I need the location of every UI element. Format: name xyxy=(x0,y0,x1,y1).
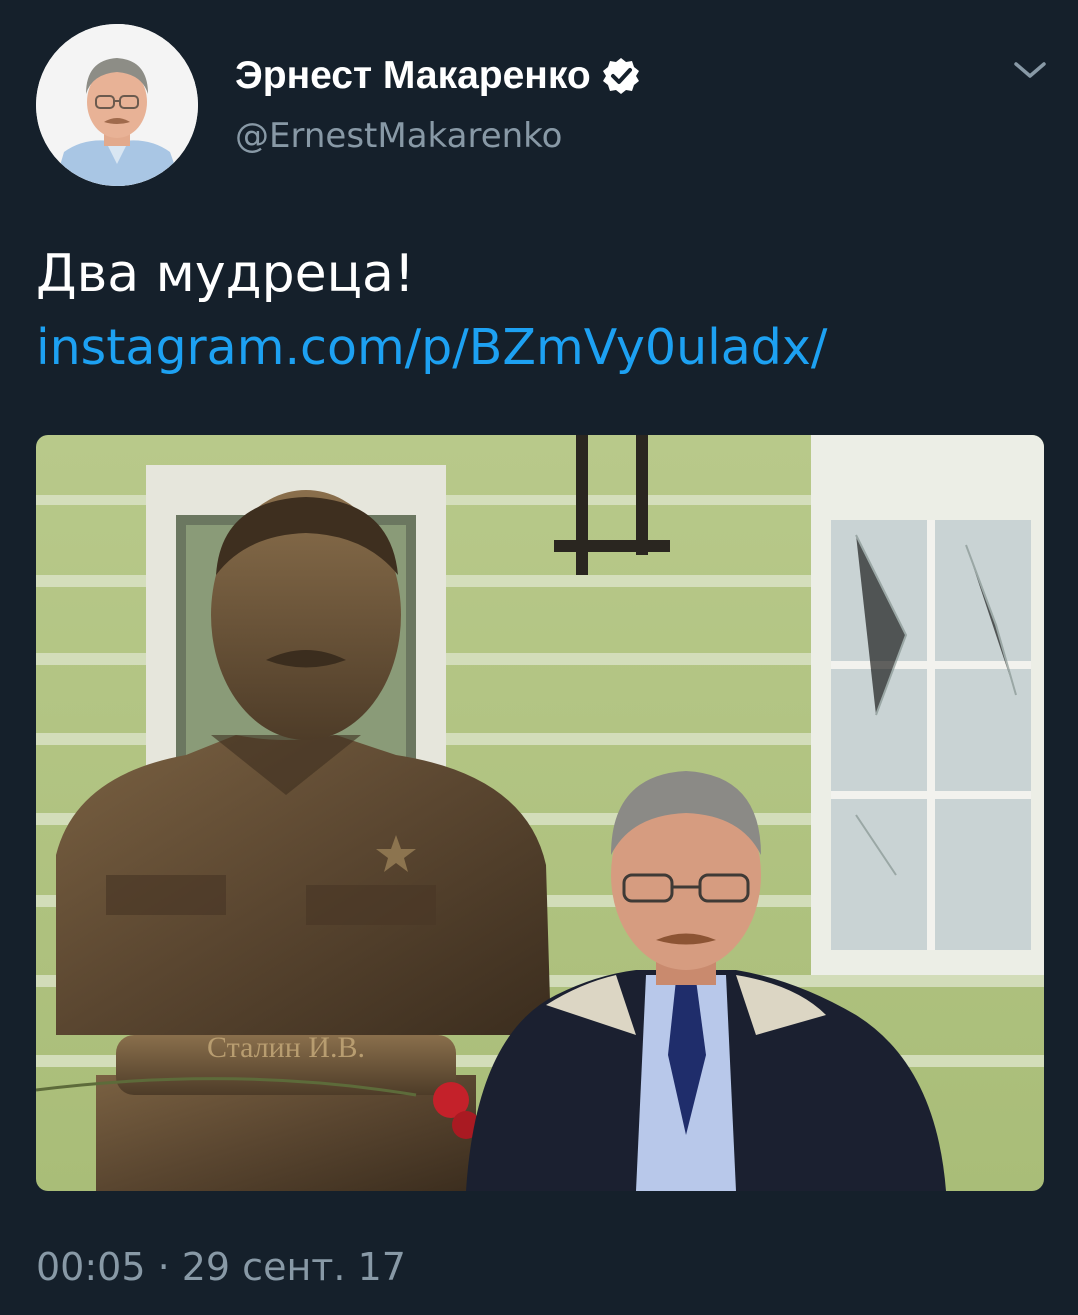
tweet-timestamp: 00:05 · 29 сент. 17 xyxy=(36,1245,406,1289)
chevron-down-icon[interactable] xyxy=(1008,52,1052,88)
author-display-name: Эрнест Макаренко xyxy=(235,54,591,97)
tweet-text: Два мудреца! xyxy=(36,244,415,304)
author-name[interactable]: Эрнест Макаренко xyxy=(235,50,641,102)
bust-inscription: Сталин И.В. xyxy=(207,1031,365,1064)
author-avatar[interactable] xyxy=(36,24,198,186)
avatar-photo xyxy=(36,24,198,186)
tweet-link[interactable]: instagram.com/p/BZmVy0uladx/ xyxy=(36,314,827,382)
tweet-media-photo[interactable]: Сталин И.В. xyxy=(36,435,1044,1191)
author-handle[interactable]: @ErnestMakarenko xyxy=(235,112,562,160)
verified-badge-icon xyxy=(602,58,639,94)
photo-illustration: Сталин И.В. xyxy=(36,435,1044,1191)
